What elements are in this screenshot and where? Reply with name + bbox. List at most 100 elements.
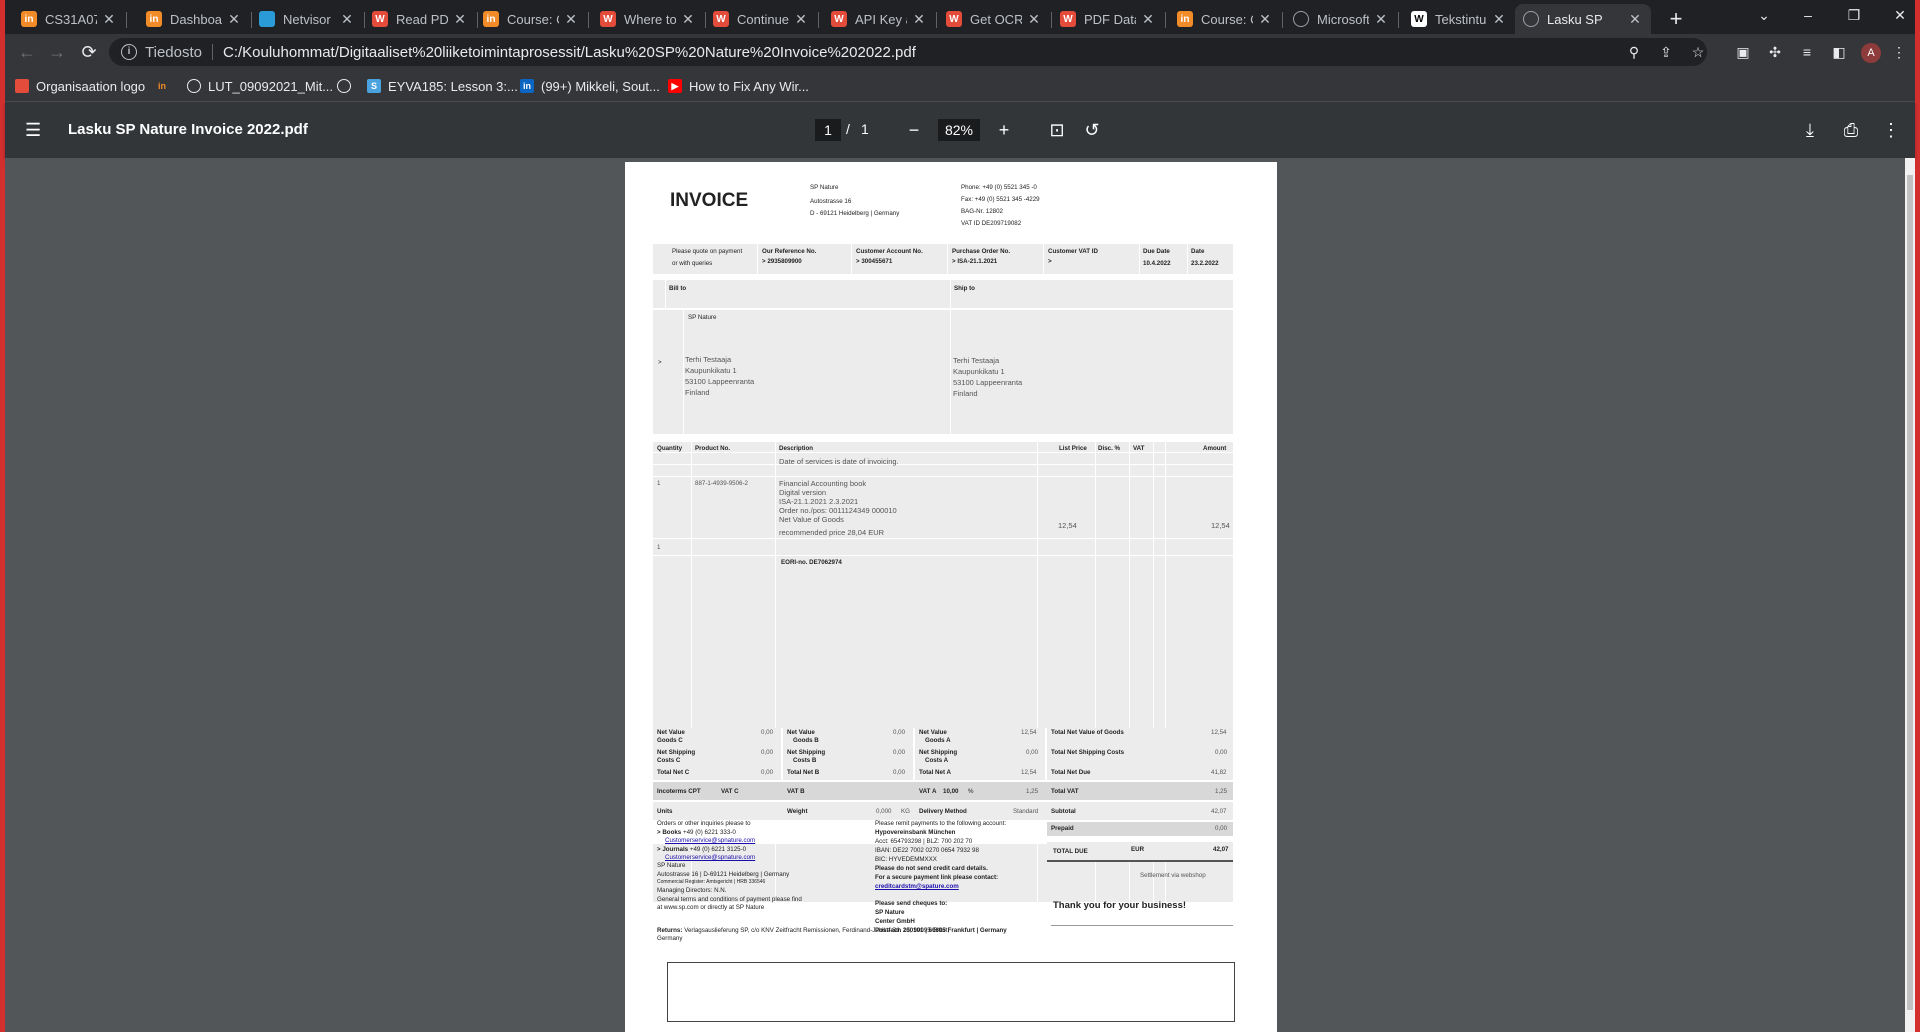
zoom-input[interactable]: 82% xyxy=(938,119,980,141)
close-tab-icon[interactable]: ✕ xyxy=(226,11,242,28)
prepaid: 0,00 xyxy=(1215,825,1228,832)
tab-1[interactable]: in Dashboar ✕ xyxy=(138,4,250,34)
w-icon: W xyxy=(831,11,847,27)
tab-9[interactable]: W PDF Data ✕ xyxy=(1052,4,1164,34)
bookmark-4[interactable]: S EYVA185: Lesson 3:... xyxy=(367,76,518,96)
tab-title: CS31A07 xyxy=(45,11,97,27)
tab-0[interactable]: in CS31A07 ✕ xyxy=(13,4,125,34)
books-email-link[interactable]: Customerservice@spnature.com xyxy=(665,837,755,844)
media-control-icon[interactable]: ≡ xyxy=(1797,42,1817,62)
total-net-c: 0,00 xyxy=(761,769,774,776)
tab-12[interactable]: W Tekstintun✕ xyxy=(1403,4,1515,34)
journals-email-link[interactable]: Customerservice@spnature.com xyxy=(665,854,755,861)
close-tab-icon[interactable]: ✕ xyxy=(1627,11,1643,28)
tab-search-icon[interactable]: ⌄ xyxy=(1741,0,1787,30)
close-tab-icon[interactable]: ✕ xyxy=(563,11,579,28)
bookmark-0[interactable]: Organisaation logo xyxy=(15,76,145,96)
extension-icon[interactable]: ▣ xyxy=(1733,42,1753,62)
close-tab-icon[interactable]: ✕ xyxy=(911,11,927,28)
w-icon: W xyxy=(600,11,616,27)
in-icon: in xyxy=(158,81,166,91)
download-icon[interactable]: ⤓ xyxy=(1798,118,1822,142)
tab-8[interactable]: W Get OCR ✕ xyxy=(938,4,1050,34)
tab-11[interactable]: Microsoft ✕ xyxy=(1285,4,1397,34)
document-title: Lasku SP Nature Invoice 2022.pdf xyxy=(68,121,308,138)
tab-title: Lasku SP xyxy=(1547,11,1603,27)
cheque-address: Postfach 200101 | 60605 Frankfurt | Germ… xyxy=(875,927,1007,934)
books-label: > Books xyxy=(657,829,682,836)
info-icon[interactable]: i xyxy=(121,44,137,60)
zoom-in-button[interactable]: + xyxy=(992,118,1016,142)
close-tab-icon[interactable]: ✕ xyxy=(1140,11,1156,28)
close-window-button[interactable]: ✕ xyxy=(1877,0,1920,30)
zoom-out-button[interactable]: − xyxy=(902,118,926,142)
print-icon[interactable]: ⎙ xyxy=(1839,118,1863,142)
extensions-puzzle-icon[interactable]: ✣ xyxy=(1765,42,1785,62)
share-icon[interactable]: ⇪ xyxy=(1656,42,1676,62)
bookmark-star-icon[interactable]: ☆ xyxy=(1688,42,1708,62)
tab-7[interactable]: W API Key a✕ xyxy=(823,4,935,34)
col-vat: VAT xyxy=(1133,445,1145,452)
ref-divider xyxy=(1139,244,1140,274)
page-total: 1 xyxy=(861,121,869,137)
pdf-viewer-area[interactable]: INVOICE SP Nature Autostrasse 16 D - 691… xyxy=(5,158,1911,1032)
close-tab-icon[interactable]: ✕ xyxy=(101,11,117,28)
in-icon: in xyxy=(1177,11,1193,27)
bookmark-3[interactable] xyxy=(337,76,358,96)
reload-button[interactable]: ⟳ xyxy=(75,38,103,66)
page-number-input[interactable]: 1 xyxy=(815,119,841,141)
tab-13[interactable]: Lasku SP ✕ xyxy=(1515,4,1651,34)
profile-avatar[interactable]: A xyxy=(1861,43,1881,63)
back-button[interactable]: ← xyxy=(13,38,41,66)
globe-icon xyxy=(1293,11,1309,27)
secure-link-note: For a secure payment link please contact… xyxy=(875,874,999,881)
bookmark-2[interactable]: LUT_09092021_Mit... xyxy=(187,76,333,96)
rotate-icon[interactable]: ↺ xyxy=(1080,118,1104,142)
w-icon: W xyxy=(372,11,388,27)
menu-icon[interactable]: ☰ xyxy=(25,120,45,140)
col-list-price: List Price xyxy=(1059,445,1087,452)
forward-button[interactable]: → xyxy=(43,38,71,66)
close-tab-icon[interactable]: ✕ xyxy=(1491,11,1507,28)
w-icon: W xyxy=(946,11,962,27)
bookmark-1[interactable]: in xyxy=(155,76,176,96)
more-options-icon[interactable]: ⋮ xyxy=(1879,118,1903,142)
minimize-button[interactable]: – xyxy=(1785,0,1831,30)
close-tab-icon[interactable]: ✕ xyxy=(680,11,696,28)
tab-5[interactable]: W Where to ✕ xyxy=(592,4,704,34)
addr-divider xyxy=(950,280,951,308)
new-tab-button[interactable]: + xyxy=(1662,5,1690,33)
prepaid-row xyxy=(1047,822,1233,836)
credit-card-email-link[interactable]: creditcardstm@spature.com xyxy=(875,883,959,890)
tab-strip: inCS31A07✕inDashboar✕Netvisor✕WRead PDF✕… xyxy=(5,0,1915,34)
close-tab-icon[interactable]: ✕ xyxy=(339,11,355,28)
address-bar[interactable]: i Tiedosto C:/Kouluhommat/Digitaaliset%2… xyxy=(109,38,1707,66)
more-menu-icon[interactable]: ⋮ xyxy=(1889,42,1909,62)
tab-6[interactable]: W Continue ✕ xyxy=(705,4,817,34)
cheque-center: Center GmbH xyxy=(875,918,915,925)
close-tab-icon[interactable]: ✕ xyxy=(1257,11,1273,28)
tab-4[interactable]: in Course: C✕ xyxy=(475,4,587,34)
in-icon: in xyxy=(483,11,499,27)
tab-3[interactable]: W Read PDF✕ xyxy=(364,4,476,34)
books-phone: +49 (0) 6221 333-0 xyxy=(682,829,736,836)
bookmark-6[interactable]: ▶ How to Fix Any Wir... xyxy=(668,76,809,96)
tab-separator xyxy=(126,12,127,28)
close-tab-icon[interactable]: ✕ xyxy=(1026,11,1042,28)
close-tab-icon[interactable]: ✕ xyxy=(1373,11,1389,28)
close-tab-icon[interactable]: ✕ xyxy=(452,11,468,28)
close-tab-icon[interactable]: ✕ xyxy=(793,11,809,28)
ship-address-line: Terhi Testaaja xyxy=(953,356,1000,365)
net-value-goods-c-label: Net Value xyxy=(657,729,685,736)
scrollbar-thumb[interactable] xyxy=(1907,175,1913,1010)
zoom-icon[interactable]: ⚲ xyxy=(1624,42,1644,62)
tab-10[interactable]: in Course: C✕ xyxy=(1169,4,1281,34)
side-panel-icon[interactable]: ◧ xyxy=(1829,42,1849,62)
our-ref-label: Our Reference No. xyxy=(762,248,817,255)
restore-button[interactable]: ❐ xyxy=(1831,0,1877,30)
bookmark-5[interactable]: in (99+) Mikkeli, Sout... xyxy=(520,76,660,96)
tab-2[interactable]: Netvisor ✕ xyxy=(251,4,363,34)
line-qty: 1 xyxy=(657,480,661,487)
fit-page-icon[interactable]: ⊡ xyxy=(1045,118,1069,142)
address-url[interactable]: C:/Kouluhommat/Digitaaliset%20liiketoimi… xyxy=(223,44,916,61)
